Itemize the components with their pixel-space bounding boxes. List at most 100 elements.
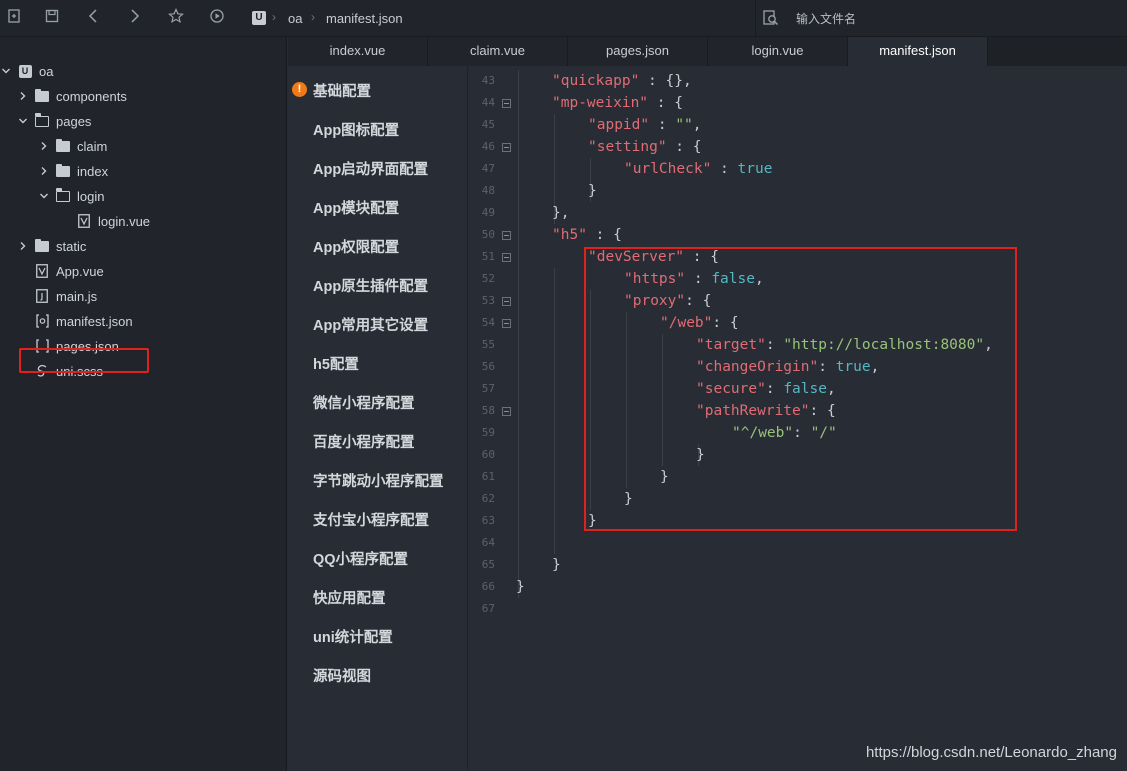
- star-icon[interactable]: [166, 8, 186, 28]
- save-icon[interactable]: [42, 8, 62, 28]
- tab-claim-vue[interactable]: claim.vue: [428, 37, 568, 66]
- code-token: }: [552, 557, 561, 573]
- breadcrumb-file[interactable]: manifest.json: [326, 11, 403, 26]
- tree-item-pages[interactable]: pages: [17, 110, 91, 132]
- forward-icon[interactable]: [124, 8, 144, 28]
- tree-item-app-vue[interactable]: App.vue: [35, 260, 104, 282]
- tree-item-static[interactable]: static: [17, 235, 86, 257]
- code-line[interactable]: "mp-weixin" : {: [552, 92, 683, 114]
- tab-pages-json[interactable]: pages.json: [568, 37, 708, 66]
- line-number: 45: [481, 118, 495, 131]
- line-number: 54: [481, 316, 495, 329]
- tree-item-login-vue[interactable]: login.vue: [77, 210, 150, 232]
- fold-toggle-icon[interactable]: [502, 297, 511, 306]
- line-number: 50: [481, 228, 495, 241]
- fold-toggle-icon[interactable]: [502, 407, 511, 416]
- folder-open-icon: [34, 113, 49, 128]
- watermark: https://blog.csdn.net/Leonardo_zhang: [865, 744, 1117, 761]
- run-icon[interactable]: [207, 8, 227, 28]
- code-token: "urlCheck": [624, 161, 712, 177]
- config-item-app-permissions[interactable]: App权限配置: [313, 236, 399, 257]
- chevron-right-icon[interactable]: [38, 140, 50, 152]
- line-number-gutter: 43 44 45 46 47 48 49 50 51 52 53 54 55 56 57 58 59 60 61 62…: [469, 66, 515, 771]
- tree-root-oa[interactable]: U oa: [0, 60, 53, 82]
- config-item-alipay[interactable]: 支付宝小程序配置: [313, 509, 429, 530]
- config-item-qq[interactable]: QQ小程序配置: [313, 548, 408, 569]
- line-number: 43: [481, 74, 495, 87]
- tree-item-label: index: [77, 163, 109, 179]
- line-number: 58: [481, 404, 495, 417]
- indent-guide: [554, 268, 555, 554]
- code-token: : {: [648, 95, 683, 111]
- config-item-weixin[interactable]: 微信小程序配置: [313, 392, 415, 413]
- code-line[interactable]: }: [588, 180, 597, 202]
- code-token: ,: [692, 117, 702, 133]
- config-item-app-other[interactable]: App常用其它设置: [313, 314, 428, 335]
- code-token: "mp-weixin": [552, 95, 649, 111]
- chevron-right-icon[interactable]: [17, 90, 29, 102]
- back-icon[interactable]: [84, 8, 104, 28]
- tree-item-main-js[interactable]: main.js: [35, 285, 97, 307]
- tab-login-vue[interactable]: login.vue: [708, 37, 848, 66]
- fold-toggle-icon[interactable]: [502, 253, 511, 262]
- line-number: 66: [481, 580, 495, 593]
- code-line[interactable]: },: [552, 202, 569, 224]
- file-search-icon[interactable]: [762, 9, 780, 27]
- chevron-down-icon[interactable]: [17, 115, 29, 127]
- config-item-h5[interactable]: h5配置: [313, 353, 359, 374]
- config-item-app-splash[interactable]: App启动界面配置: [313, 158, 428, 179]
- new-file-icon[interactable]: [4, 8, 24, 28]
- config-item-uni-stat[interactable]: uni统计配置: [313, 626, 393, 647]
- tab-manifest-json[interactable]: manifest.json: [848, 37, 988, 66]
- code-line[interactable]: "setting" : {: [588, 136, 702, 158]
- project-explorer: U oa components pages claim index login …: [0, 37, 287, 771]
- folder-icon: [56, 163, 70, 178]
- config-item-basic[interactable]: 基础配置: [313, 80, 371, 101]
- project-icon: U: [18, 64, 32, 78]
- line-number: 55: [481, 338, 495, 351]
- code-token: "setting": [588, 139, 667, 155]
- code-line[interactable]: "h5" : {: [552, 224, 622, 246]
- config-item-source-view[interactable]: 源码视图: [313, 665, 371, 686]
- fold-toggle-icon[interactable]: [502, 99, 511, 108]
- config-item-quickapp[interactable]: 快应用配置: [313, 587, 386, 608]
- fold-toggle-icon[interactable]: [502, 319, 511, 328]
- tree-item-claim[interactable]: claim: [38, 135, 107, 157]
- tree-item-login[interactable]: login: [38, 185, 104, 207]
- tree-item-label: manifest.json: [56, 313, 133, 329]
- tree-item-index[interactable]: index: [38, 160, 108, 182]
- code-token: "h5": [552, 227, 587, 243]
- config-item-app-icon[interactable]: App图标配置: [313, 119, 399, 140]
- chevron-right-icon[interactable]: [38, 165, 50, 177]
- code-line[interactable]: "appid" : "",: [588, 114, 702, 136]
- line-number: 46: [481, 140, 495, 153]
- editor-tabs: index.vue claim.vue pages.json login.vue…: [288, 37, 1127, 66]
- code-line[interactable]: "quickapp" : {},: [552, 70, 692, 92]
- top-toolbar: U › oa › manifest.json: [0, 0, 1127, 37]
- code-token: "quickapp": [552, 73, 640, 89]
- fold-toggle-icon[interactable]: [502, 231, 511, 240]
- chevron-right-icon[interactable]: [17, 240, 29, 252]
- breadcrumb-project[interactable]: oa: [288, 11, 302, 26]
- line-number: 53: [481, 294, 495, 307]
- warning-icon: !: [292, 82, 307, 97]
- config-item-app-modules[interactable]: App模块配置: [313, 197, 399, 218]
- code-line[interactable]: }: [516, 576, 525, 598]
- config-item-baidu[interactable]: 百度小程序配置: [313, 431, 415, 452]
- chevron-down-icon[interactable]: [0, 65, 12, 77]
- file-search-input[interactable]: [796, 9, 1096, 29]
- tree-item-label: App.vue: [56, 263, 104, 279]
- line-number: 52: [481, 272, 495, 285]
- chevron-down-icon[interactable]: [38, 190, 50, 202]
- config-item-app-native-plugins[interactable]: App原生插件配置: [313, 275, 428, 296]
- tab-index-vue[interactable]: index.vue: [288, 37, 428, 66]
- code-line[interactable]: "urlCheck" : true: [624, 158, 772, 180]
- tree-item-components[interactable]: components: [17, 85, 127, 107]
- line-number: 48: [481, 184, 495, 197]
- fold-toggle-icon[interactable]: [502, 143, 511, 152]
- config-item-toutiao[interactable]: 字节跳动小程序配置: [313, 470, 444, 491]
- tree-item-manifest-json[interactable]: manifest.json: [35, 310, 133, 332]
- line-number: 47: [481, 162, 495, 175]
- code-line[interactable]: }: [552, 554, 561, 576]
- tree-item-label: claim: [77, 138, 108, 154]
